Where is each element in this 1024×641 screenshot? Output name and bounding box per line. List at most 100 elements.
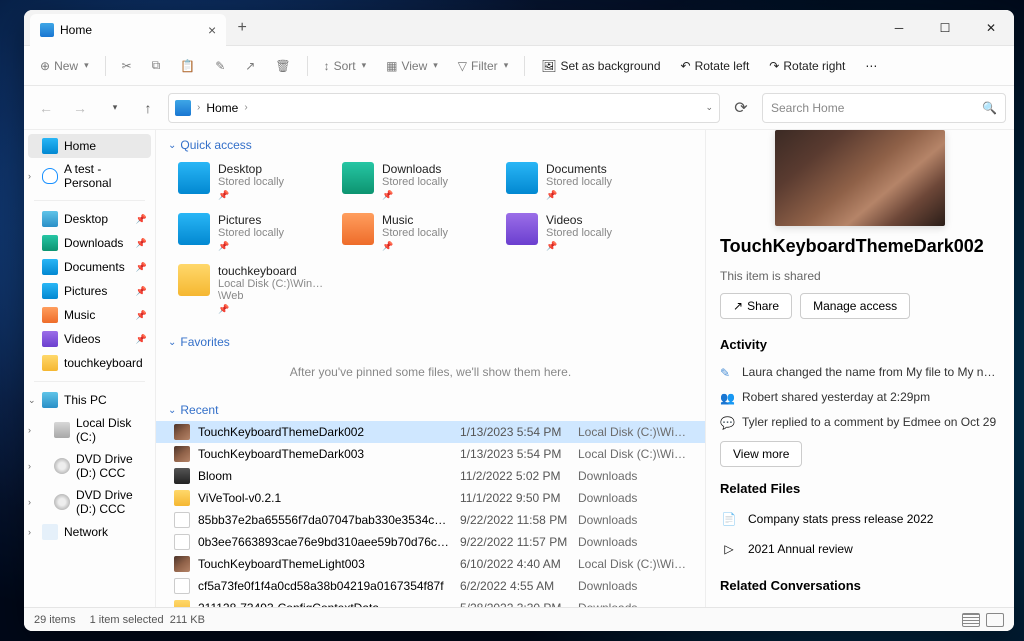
- quick-access-item[interactable]: Documents Stored locally 📌: [502, 158, 658, 205]
- sidebar-item-network[interactable]: ›Network: [24, 520, 155, 544]
- recent-item[interactable]: TouchKeyboardThemeDark002 1/13/2023 5:54…: [156, 421, 705, 443]
- recent-item[interactable]: TouchKeyboardThemeDark003 1/13/2023 5:54…: [156, 443, 705, 465]
- rename-button[interactable]: ✎: [207, 55, 233, 77]
- rotate-right-button[interactable]: ↷ Rotate right: [761, 55, 853, 77]
- sidebar-item-thispc[interactable]: ⌄This PC: [24, 388, 155, 412]
- sidebar-item-localdisk[interactable]: ›Local Disk (C:): [24, 412, 155, 448]
- new-button[interactable]: ⊕ New▾: [32, 55, 97, 77]
- close-tab-icon[interactable]: ×: [208, 22, 216, 38]
- folder-icon: [342, 213, 374, 245]
- recent-locations-button[interactable]: ▾: [100, 94, 128, 122]
- up-button[interactable]: ↑: [134, 94, 162, 122]
- preview-thumbnail: [775, 130, 945, 226]
- quick-access-item[interactable]: Videos Stored locally 📌: [502, 209, 658, 256]
- home-icon: [42, 138, 58, 154]
- related-file-item[interactable]: ▷2021 Annual review: [720, 534, 1000, 564]
- desktop-icon: [42, 211, 58, 227]
- refresh-button[interactable]: ⟳: [726, 93, 756, 123]
- section-quick-access[interactable]: ⌄Quick access: [156, 130, 705, 156]
- set-background-button[interactable]: 🖼 Set as background: [533, 55, 668, 77]
- file-date: 11/1/2022 9:50 PM: [460, 491, 570, 505]
- paste-button[interactable]: 📋: [172, 55, 203, 77]
- breadcrumb-home[interactable]: Home: [206, 101, 238, 115]
- recent-item[interactable]: 211128-73493-ConfigContextData 5/28/2022…: [156, 597, 705, 607]
- share-button[interactable]: ↗Share: [720, 293, 792, 319]
- content-pane: ⌄Quick access Desktop Stored locally 📌 D…: [156, 130, 706, 607]
- sidebar-item-personal[interactable]: ›A test - Personal: [24, 158, 155, 194]
- network-icon: [42, 524, 58, 540]
- quick-access-item[interactable]: touchkeyboard Local Disk (C:)\Win…\Web 📌: [174, 260, 330, 319]
- sidebar-item-documents[interactable]: Documents📌: [24, 255, 155, 279]
- back-button[interactable]: ←: [32, 94, 60, 122]
- sidebar-item-pictures[interactable]: Pictures📌: [24, 279, 155, 303]
- thumbnails-view-button[interactable]: [986, 613, 1004, 627]
- folder-icon: [178, 213, 210, 245]
- pin-icon: 📌: [546, 190, 612, 201]
- sidebar-item-music[interactable]: Music📌: [24, 303, 155, 327]
- recent-item[interactable]: Bloom 11/2/2022 5:02 PM Downloads: [156, 465, 705, 487]
- copy-button[interactable]: ⧉: [144, 54, 169, 77]
- recent-item[interactable]: cf5a73fe0f1f4a0cd58a38b04219a0167354f87f…: [156, 575, 705, 597]
- rotate-left-button[interactable]: ↶ Rotate left: [673, 55, 758, 77]
- manage-access-button[interactable]: Manage access: [800, 293, 910, 319]
- close-button[interactable]: ✕: [968, 10, 1014, 45]
- chevron-right-icon[interactable]: ›: [197, 102, 200, 113]
- quick-access-item[interactable]: Pictures Stored locally 📌: [174, 209, 330, 256]
- sidebar-item-home[interactable]: Home: [28, 134, 151, 158]
- section-favorites[interactable]: ⌄Favorites: [156, 327, 705, 353]
- related-file-item[interactable]: 📄Company stats press release 2022: [720, 504, 1000, 534]
- sidebar-item-dvd-d[interactable]: ›DVD Drive (D:) CCC: [24, 448, 155, 484]
- tab-home[interactable]: Home ×: [30, 14, 226, 46]
- maximize-button[interactable]: ☐: [922, 10, 968, 45]
- filter-button[interactable]: ▽ Filter▾: [450, 55, 516, 77]
- search-box[interactable]: Search Home 🔍: [762, 93, 1006, 123]
- cut-button[interactable]: ✂: [114, 55, 140, 77]
- dvd-icon: [54, 458, 70, 474]
- sort-button[interactable]: ↕ Sort▾: [316, 55, 375, 77]
- share-button[interactable]: ↗: [237, 55, 263, 77]
- more-button[interactable]: ⋯: [857, 55, 885, 77]
- chevron-right-icon: ›: [28, 171, 31, 181]
- file-type-icon: 📄: [720, 510, 738, 528]
- search-icon[interactable]: 🔍: [982, 101, 997, 115]
- file-icon: [174, 468, 190, 484]
- view-button[interactable]: ▦ View▾: [378, 55, 446, 77]
- folder-icon: [342, 162, 374, 194]
- recent-item[interactable]: 85bb37e2ba65556f7da07047bab330e3534c80a2…: [156, 509, 705, 531]
- nav-bar: ← → ▾ ↑ › Home › ⌄ ⟳ Search Home 🔍: [24, 86, 1014, 130]
- sidebar-item-downloads[interactable]: Downloads📌: [24, 231, 155, 255]
- recent-item[interactable]: 0b3ee7663893cae76e9bd310aee59b70d76cc476…: [156, 531, 705, 553]
- quick-access-item[interactable]: Desktop Stored locally 📌: [174, 158, 330, 205]
- sidebar-item-videos[interactable]: Videos📌: [24, 327, 155, 351]
- details-view-button[interactable]: [962, 613, 980, 627]
- file-icon: [174, 424, 190, 440]
- disk-icon: [54, 422, 70, 438]
- sidebar-item-desktop[interactable]: Desktop📌: [24, 207, 155, 231]
- file-name: TouchKeyboardThemeDark002: [198, 425, 452, 439]
- pin-icon: 📌: [136, 286, 147, 297]
- section-recent[interactable]: ⌄Recent: [156, 395, 705, 421]
- videos-icon: [42, 331, 58, 347]
- quick-access-item[interactable]: Downloads Stored locally 📌: [338, 158, 494, 205]
- sidebar-item-touchkeyboard[interactable]: touchkeyboard: [24, 351, 155, 375]
- qa-name: Desktop: [218, 162, 284, 176]
- delete-button[interactable]: 🗑: [267, 55, 298, 77]
- sidebar-item-dvd-d2[interactable]: ›DVD Drive (D:) CCC: [24, 484, 155, 520]
- file-location: Downloads: [578, 513, 693, 527]
- qa-name: Pictures: [218, 213, 284, 227]
- chevron-right-icon[interactable]: ›: [244, 102, 247, 113]
- view-more-button[interactable]: View more: [720, 441, 802, 467]
- copy-icon: ⧉: [152, 58, 161, 73]
- address-bar[interactable]: › Home › ⌄: [168, 93, 720, 123]
- forward-button[interactable]: →: [66, 94, 94, 122]
- quick-access-item[interactable]: Music Stored locally 📌: [338, 209, 494, 256]
- recent-item[interactable]: TouchKeyboardThemeLight003 6/10/2022 4:4…: [156, 553, 705, 575]
- new-tab-button[interactable]: +: [226, 10, 258, 45]
- recent-item[interactable]: ViVeTool-v0.2.1 11/1/2022 9:50 PM Downlo…: [156, 487, 705, 509]
- activity-item: ✎Laura changed the name from My file to …: [720, 360, 1000, 385]
- file-icon: [174, 578, 190, 594]
- minimize-button[interactable]: ─: [876, 10, 922, 45]
- file-date: 9/22/2022 11:58 PM: [460, 513, 570, 527]
- chevron-down-icon[interactable]: ⌄: [705, 102, 713, 113]
- file-location: Local Disk (C:)\Wi…\touchkeyboard: [578, 447, 693, 461]
